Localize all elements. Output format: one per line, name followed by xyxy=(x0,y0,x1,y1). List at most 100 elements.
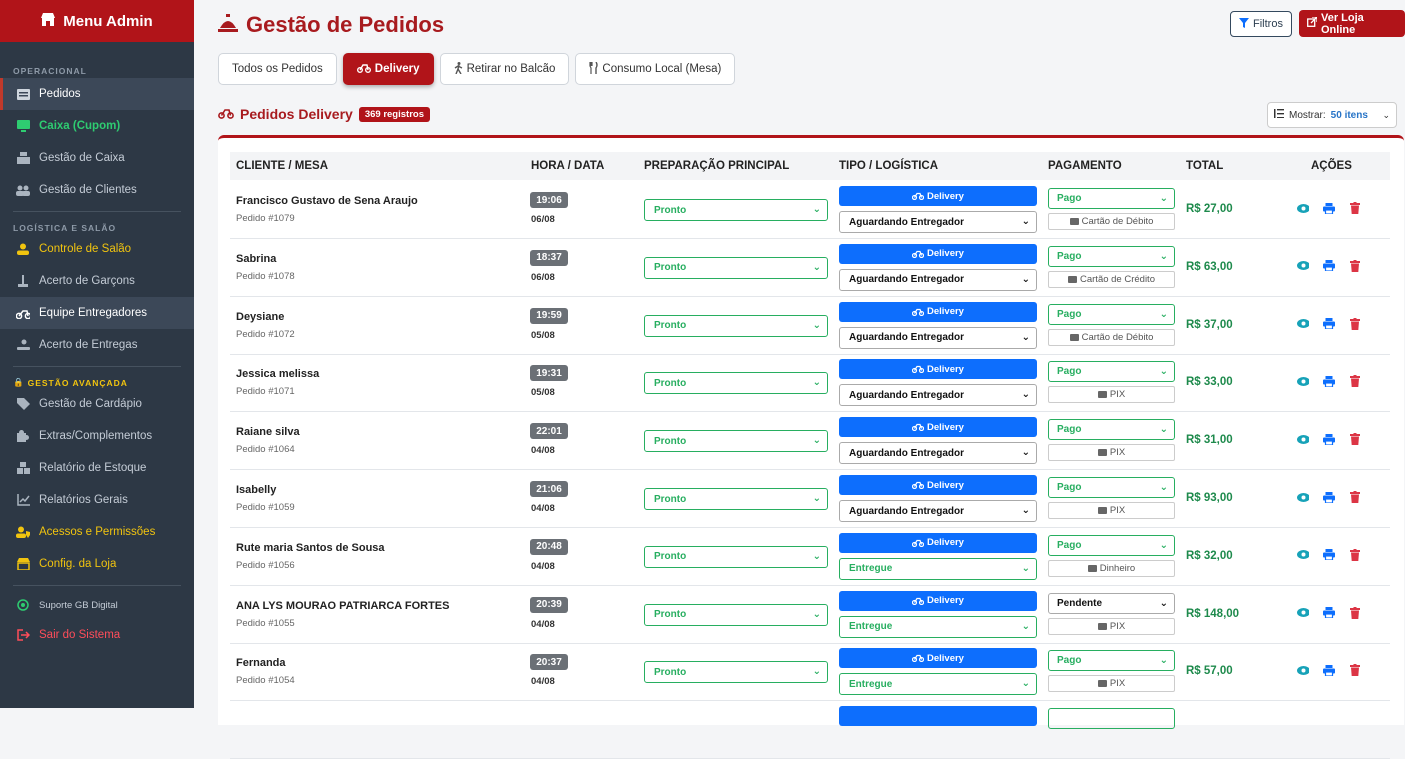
trash-icon[interactable] xyxy=(1349,317,1361,331)
delivery-type-badge: Delivery xyxy=(839,590,1037,611)
view-eye-icon[interactable] xyxy=(1297,548,1309,562)
delivery-type-badge: Delivery xyxy=(839,475,1037,495)
chevron-down-icon: ⌄ xyxy=(1021,389,1030,401)
trash-icon[interactable] xyxy=(1349,201,1361,215)
sidebar-item-relatorio-estoque[interactable]: Relatório de Estoque xyxy=(0,452,194,484)
order-date: 04/08 xyxy=(531,618,555,630)
logistics-select[interactable]: Entregue ⌄ xyxy=(839,615,1037,638)
sidebar-item-acerto-garcons[interactable]: Acerto de Garçons xyxy=(0,265,194,297)
trash-icon[interactable] xyxy=(1349,606,1361,620)
logistics-select[interactable]: Aguardando Entregador ⌄ xyxy=(839,268,1037,291)
view-store-button[interactable]: Ver Loja Online xyxy=(1299,10,1405,37)
preparation-select[interactable]: Pronto ⌄ xyxy=(644,488,828,510)
chevron-down-icon: ⌄ xyxy=(812,377,821,389)
payment-method-badge: PIX xyxy=(1048,675,1175,693)
logistics-select[interactable]: Aguardando Entregador ⌄ xyxy=(839,326,1037,349)
logistics-select[interactable]: Entregue ⌄ xyxy=(839,673,1037,696)
print-icon[interactable] xyxy=(1323,548,1335,562)
whatsapp-icon xyxy=(16,598,30,612)
trash-icon[interactable] xyxy=(1349,259,1361,273)
preparation-select[interactable]: Pronto ⌄ xyxy=(644,372,828,395)
view-eye-icon[interactable] xyxy=(1297,259,1309,273)
tab-todos[interactable]: Todos os Pedidos xyxy=(218,53,337,85)
preparation-select[interactable]: Pronto ⌄ xyxy=(644,430,828,453)
payment-status-select[interactable]: Pago ⌄ xyxy=(1048,419,1175,441)
chevron-down-icon: ⌄ xyxy=(1021,216,1030,227)
chevron-down-icon: ⌄ xyxy=(1159,539,1168,551)
view-eye-icon[interactable] xyxy=(1297,317,1309,331)
tab-retirar-balcao[interactable]: Retirar no Balcão xyxy=(439,53,570,85)
trash-icon[interactable] xyxy=(1349,374,1361,388)
view-eye-icon[interactable] xyxy=(1297,606,1309,620)
sidebar-item-gestao-clientes[interactable]: Gestão de Clientes xyxy=(0,174,194,206)
preparation-select[interactable]: Pronto ⌄ xyxy=(644,603,828,626)
page-size-select[interactable]: Mostrar: 50 itens ⌄ xyxy=(1267,102,1397,128)
view-eye-icon[interactable] xyxy=(1297,374,1309,388)
tab-consumo-local[interactable]: Consumo Local (Mesa) xyxy=(575,53,736,85)
trash-icon[interactable] xyxy=(1349,548,1361,562)
sidebar-item-controle-salao[interactable]: Controle de Salão xyxy=(0,233,194,265)
sidebar-item-sair[interactable]: Sair do Sistema xyxy=(0,619,194,651)
view-eye-icon[interactable] xyxy=(1297,201,1309,215)
logistics-select[interactable]: Entregue ⌄ xyxy=(839,557,1037,580)
view-eye-icon[interactable] xyxy=(1297,432,1309,446)
payment-status-select[interactable]: Pago ⌄ xyxy=(1048,188,1175,209)
print-icon[interactable] xyxy=(1323,317,1335,331)
payment-method-badge: Cartão de Débito xyxy=(1048,328,1175,346)
payment-status-select[interactable]: Pago ⌄ xyxy=(1048,650,1175,672)
preparation-select[interactable]: Pronto ⌄ xyxy=(644,199,828,221)
print-icon[interactable] xyxy=(1323,606,1335,620)
payment-status-select[interactable]: Pendente ⌄ xyxy=(1048,592,1175,614)
payment-status-select[interactable]: Pago ⌄ xyxy=(1048,534,1175,556)
sidebar-item-pedidos[interactable]: Pedidos xyxy=(0,78,194,110)
motorcycle-icon xyxy=(912,597,924,605)
sidebar-item-acessos[interactable]: Acessos e Permissões xyxy=(0,516,194,548)
trash-icon[interactable] xyxy=(1349,490,1361,504)
view-eye-icon[interactable] xyxy=(1297,663,1309,677)
trash-icon[interactable] xyxy=(1349,663,1361,677)
payment-status-select[interactable]: Pago ⌄ xyxy=(1048,303,1175,325)
list-ol-icon xyxy=(1274,109,1284,121)
chevron-down-icon: ⌄ xyxy=(1382,109,1390,120)
payment-status-select[interactable]: Pago ⌄ xyxy=(1048,361,1175,383)
row-actions xyxy=(1297,201,1361,215)
sidebar-item-relatorios-gerais[interactable]: Relatórios Gerais xyxy=(0,484,194,516)
chevron-down-icon: ⌄ xyxy=(1021,620,1030,632)
logistics-select[interactable]: Aguardando Entregador ⌄ xyxy=(839,384,1037,407)
chevron-down-icon: ⌄ xyxy=(1159,424,1168,436)
print-icon[interactable] xyxy=(1323,490,1335,504)
sidebar-item-equipe-entregadores[interactable]: Equipe Entregadores xyxy=(0,297,194,329)
order-time-badge: 21:06 xyxy=(530,481,568,497)
logistics-select[interactable]: Aguardando Entregador ⌄ xyxy=(839,500,1037,522)
logistics-select[interactable]: Aguardando Entregador ⌄ xyxy=(839,442,1037,465)
concierge-bell-icon xyxy=(218,12,238,38)
view-eye-icon[interactable] xyxy=(1297,490,1309,504)
sidebar-item-config-loja[interactable]: Config. da Loja xyxy=(0,548,194,580)
print-icon[interactable] xyxy=(1323,432,1335,446)
preparation-select[interactable]: Pronto ⌄ xyxy=(644,545,828,568)
order-total: R$ 31,00 xyxy=(1186,434,1233,447)
logistics-select[interactable]: Aguardando Entregador ⌄ xyxy=(839,211,1037,233)
sidebar-item-suporte[interactable]: Suporte GB Digital xyxy=(0,591,194,619)
sidebar-item-extras[interactable]: Extras/Complementos xyxy=(0,420,194,452)
payment-status-select[interactable]: Pago ⌄ xyxy=(1048,245,1175,267)
print-icon[interactable] xyxy=(1323,201,1335,215)
sidebar-item-acerto-entregas[interactable]: Acerto de Entregas xyxy=(0,329,194,361)
print-icon[interactable] xyxy=(1323,259,1335,273)
filters-button[interactable]: Filtros xyxy=(1230,11,1292,37)
print-icon[interactable] xyxy=(1323,663,1335,677)
sidebar-item-caixa-cupom[interactable]: Caixa (Cupom) xyxy=(0,110,194,142)
payment-status-select[interactable]: Pago ⌄ xyxy=(1048,477,1175,498)
motorcycle-icon xyxy=(912,366,924,374)
payment-status-select[interactable] xyxy=(1048,708,1175,730)
preparation-select[interactable]: Pronto ⌄ xyxy=(644,661,828,684)
sidebar-item-gestao-cardapio[interactable]: Gestão de Cardápio xyxy=(0,388,194,420)
sidebar-item-gestao-caixa[interactable]: Gestão de Caixa xyxy=(0,142,194,174)
print-icon[interactable] xyxy=(1323,374,1335,388)
preparation-select[interactable]: Pronto ⌄ xyxy=(644,256,828,279)
trash-icon[interactable] xyxy=(1349,432,1361,446)
store-icon xyxy=(16,557,30,571)
tab-delivery[interactable]: Delivery xyxy=(342,53,434,85)
preparation-select[interactable]: Pronto ⌄ xyxy=(644,314,828,337)
customer-name: Isabelly xyxy=(236,484,277,496)
